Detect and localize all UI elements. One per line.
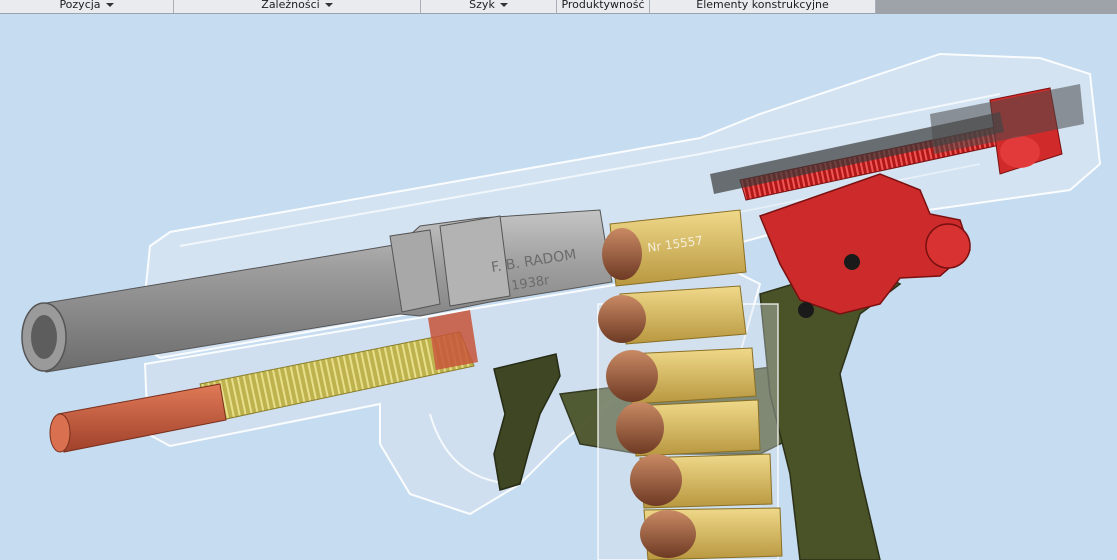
panel-label: Pozycja xyxy=(59,0,101,11)
ribbon-empty-area xyxy=(876,0,1117,14)
ribbon-panel-zaleznosci[interactable]: Zależności xyxy=(174,0,421,13)
chevron-down-icon xyxy=(105,2,114,7)
chevron-down-icon xyxy=(499,2,508,7)
graphics-window[interactable]: F. B. RADOM 1938r Nr 15557 xyxy=(0,14,1117,560)
panel-label: Szyk xyxy=(469,0,495,11)
ribbon-panel-produktywnosc[interactable]: Produktywność xyxy=(557,0,650,13)
ribbon-panel-szyk[interactable]: Szyk xyxy=(421,0,557,13)
chevron-down-icon xyxy=(324,2,333,7)
ribbon-panel-pozycja[interactable]: Pozycja xyxy=(0,0,174,13)
panel-label: Elementy konstrukcyjne xyxy=(696,0,829,11)
panel-label: Produktywność xyxy=(561,0,645,11)
ribbon-panel-bar: Pozycja Zależności Szyk Produktywność El… xyxy=(0,0,876,14)
panel-label: Zależności xyxy=(261,0,320,11)
ribbon-panel-elementy-konstrukcyjne[interactable]: Elementy konstrukcyjne xyxy=(650,0,876,13)
guide-rod[interactable] xyxy=(49,383,227,453)
